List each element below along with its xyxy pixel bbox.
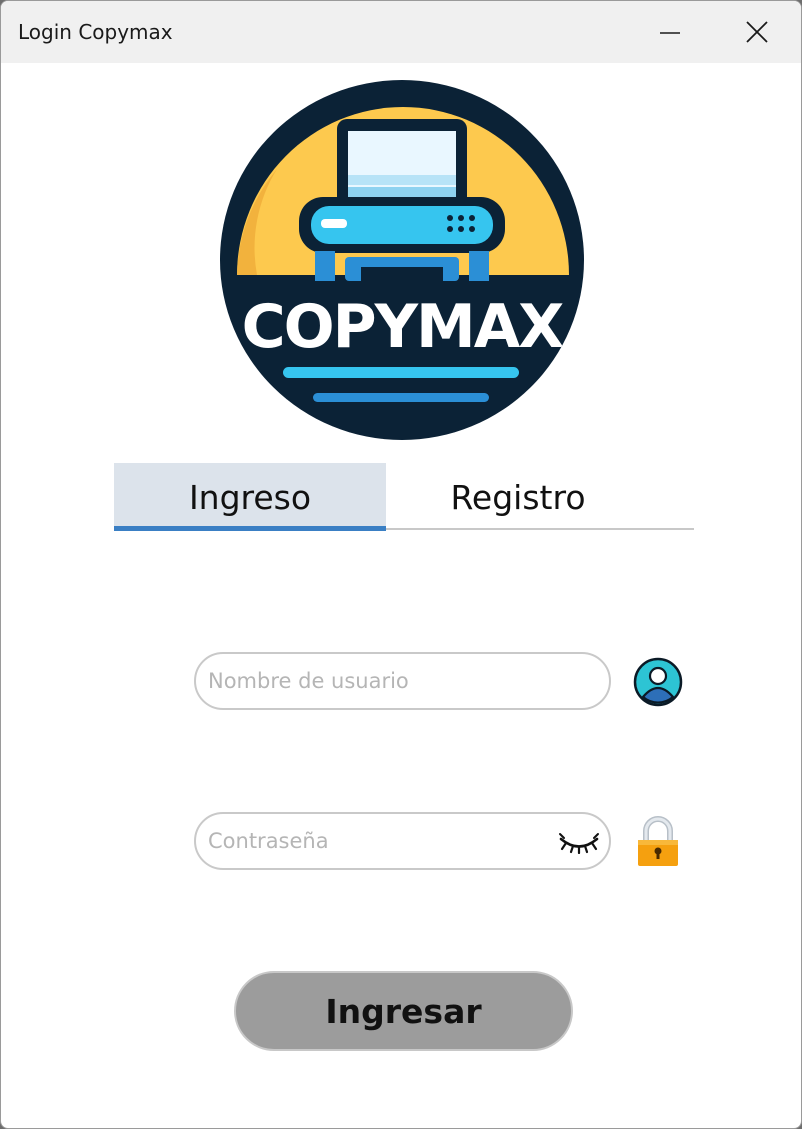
copymax-logo: COPYMAX (220, 80, 584, 440)
title-bar[interactable]: Login Copymax (1, 1, 801, 63)
eye-closed-icon[interactable] (558, 830, 600, 854)
tab-login[interactable]: Ingreso (114, 463, 386, 531)
password-input[interactable] (208, 814, 548, 868)
username-input[interactable] (208, 654, 548, 708)
active-tab-indicator (114, 526, 386, 531)
close-icon (746, 21, 768, 43)
tab-login-label: Ingreso (188, 477, 312, 517)
username-field[interactable] (194, 652, 611, 710)
login-window: Login Copymax COPYMAX Ingreso Registro N… (0, 0, 802, 1129)
password-field[interactable] (194, 812, 611, 870)
minimize-icon (660, 32, 680, 34)
login-button[interactable]: Ingresar (234, 971, 573, 1051)
tab-register-label: Registro (450, 477, 586, 517)
auth-tabs: Ingreso Registro (114, 463, 694, 531)
tab-register[interactable]: Registro (386, 463, 650, 531)
lock-icon (638, 816, 678, 866)
logo-text: COPYMAX (242, 292, 565, 362)
window-title: Login Copymax (18, 20, 173, 44)
minimize-button[interactable] (627, 1, 713, 63)
user-icon (633, 657, 683, 707)
login-button-label: Ingresar (325, 991, 482, 1031)
close-button[interactable] (713, 1, 799, 63)
